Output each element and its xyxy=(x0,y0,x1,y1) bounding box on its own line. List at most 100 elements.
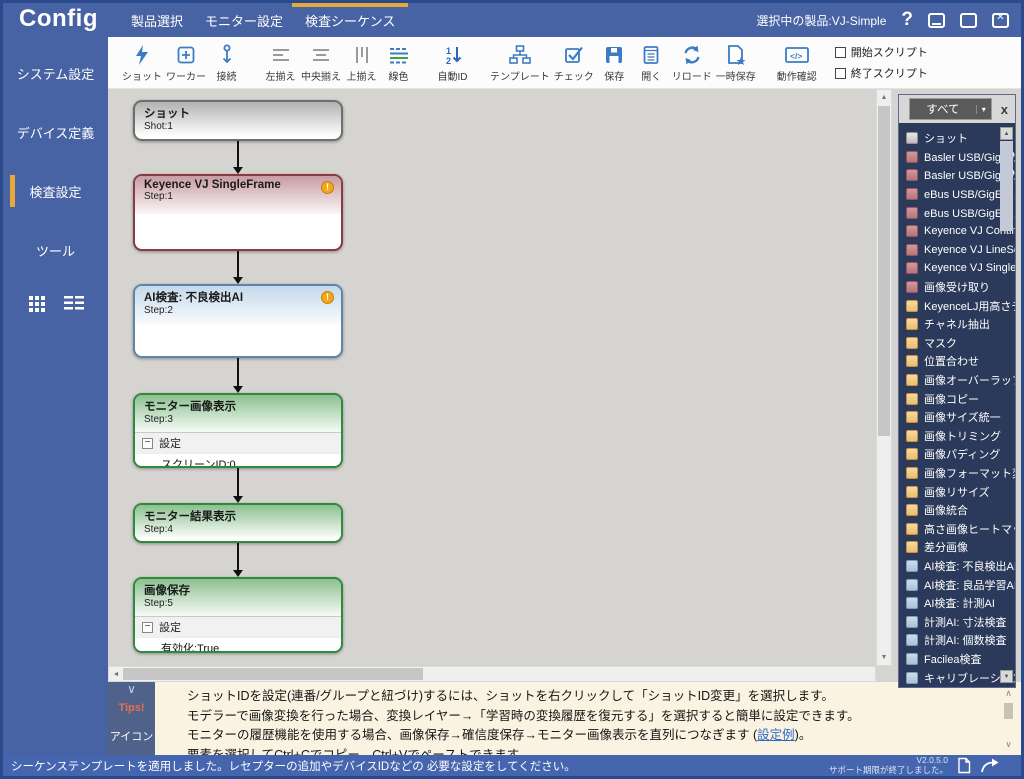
check-button[interactable]: チェック xyxy=(552,42,596,84)
node-keyence-vj-singleframe[interactable]: Keyence VJ SingleFrame Step:1 ! xyxy=(133,174,343,251)
palette-item[interactable]: 画像オーバーラップ xyxy=(906,371,1015,390)
node-monitor-result-display[interactable]: モニター結果表示 Step:4 xyxy=(133,503,343,543)
palette-item[interactable]: KeyenceLJ用高さデータ xyxy=(906,296,1015,315)
palette-item-label: KeyenceLJ用高さデータ xyxy=(924,298,1015,314)
minimize-icon[interactable] xyxy=(928,13,945,28)
sidebar-item-tools[interactable]: ツール xyxy=(3,228,108,273)
open-button[interactable]: 開く xyxy=(633,42,670,84)
palette-item[interactable]: 計測AI: 個数検査 xyxy=(906,631,1015,650)
palette-item[interactable]: 計測AI: 寸法検査 xyxy=(906,612,1015,631)
palette-item[interactable]: Keyence VJ LineScan xyxy=(906,241,1015,260)
palette-item[interactable]: 画像トリミング xyxy=(906,427,1015,446)
worker-button[interactable]: ワーカー xyxy=(164,42,208,84)
sidebar-item-inspection-settings[interactable]: 検査設定 xyxy=(3,169,108,214)
palette-item[interactable]: キャリブレーション xyxy=(906,668,1015,687)
palette-item[interactable]: AI検査: 良品学習AI xyxy=(906,575,1015,594)
node-shot[interactable]: ショット Shot:1 xyxy=(133,100,343,141)
palette-item[interactable]: 画像コピー xyxy=(906,389,1015,408)
tip-item: 要素を選択してCtrl+Cでコピー、Ctrl+Vでペーストできます xyxy=(187,746,995,756)
auto-id-button[interactable]: 12 自動ID xyxy=(434,42,471,84)
svg-text:2: 2 xyxy=(446,56,451,66)
scroll-left-icon[interactable]: ◄ xyxy=(109,671,123,678)
palette-item[interactable]: ショット xyxy=(906,129,1015,148)
share-arrow-icon[interactable] xyxy=(980,758,999,774)
scrollbar-thumb[interactable] xyxy=(1000,141,1013,231)
scroll-down-icon[interactable]: ∨ xyxy=(1001,739,1016,751)
node-ai-defect-inspection[interactable]: AI検査: 不良検出AI Step:2 ! xyxy=(133,284,343,358)
palette-item[interactable]: eBus USB/GigEカメラ xyxy=(906,185,1015,204)
category-filter-dropdown[interactable]: すべて ▾ xyxy=(909,98,992,120)
tips-content: ショットIDを設定(連番/グループと紐づけ)するには、ショットを右クリックして「… xyxy=(155,682,1021,755)
tab-icons[interactable]: アイコン xyxy=(110,728,153,744)
canvas-horizontal-scrollbar[interactable]: ◄ xyxy=(108,666,876,682)
collapse-minus-icon[interactable]: − xyxy=(142,622,153,633)
sidebar-item-device-definition[interactable]: デバイス定義 xyxy=(3,110,108,155)
palette-item[interactable]: チャネル抽出 xyxy=(906,315,1015,334)
code-window-icon: </> xyxy=(784,43,810,68)
scroll-up-icon[interactable]: ▲ xyxy=(1000,127,1013,140)
palette-item[interactable]: Basler USB/GigEカメラ xyxy=(906,148,1015,167)
settings-example-link[interactable]: 設定例 xyxy=(757,728,795,742)
start-script-checkbox[interactable]: 開始スクリプト xyxy=(835,44,928,60)
panel-close-button[interactable]: x xyxy=(998,102,1011,117)
collapse-chevron-icon[interactable]: ∨ xyxy=(127,682,136,696)
palette-item[interactable]: Keyence VJ SingleFrame xyxy=(906,259,1015,278)
tips-scrollbar[interactable]: ∧ ∨ xyxy=(1001,688,1016,751)
palette-item[interactable]: 画像パディング xyxy=(906,445,1015,464)
palette-item[interactable]: eBus USB/GigEカメラ xyxy=(906,203,1015,222)
align-top-button[interactable]: 上揃え xyxy=(343,42,380,84)
run-check-button[interactable]: </> 動作確認 xyxy=(775,42,819,84)
scrollbar-thumb[interactable] xyxy=(1004,703,1013,719)
palette-item[interactable]: AI検査: 計測AI xyxy=(906,594,1015,613)
temp-save-button[interactable]: 一時保存 xyxy=(714,42,758,84)
tab-tips[interactable]: Tips! xyxy=(118,702,144,714)
palette-item[interactable]: 画像受け取り xyxy=(906,278,1015,297)
template-button[interactable]: テンプレート xyxy=(488,42,552,84)
palette-item[interactable]: 高さ画像ヒートマップ変換 xyxy=(906,519,1015,538)
collapse-minus-icon[interactable]: − xyxy=(142,438,153,449)
palette-item[interactable]: 画像リサイズ xyxy=(906,482,1015,501)
menu-product-select[interactable]: 製品選択 xyxy=(120,3,194,37)
document-icon[interactable] xyxy=(956,757,972,774)
palette-item[interactable]: 位置合わせ xyxy=(906,352,1015,371)
scrollbar-thumb[interactable] xyxy=(878,106,890,436)
menu-inspection-sequence[interactable]: 検査シーケンス xyxy=(294,3,406,37)
palette-item[interactable]: AI検査: 不良検出AI xyxy=(906,557,1015,576)
menu-monitor-settings[interactable]: モニター設定 xyxy=(194,3,294,37)
node-monitor-image-display[interactable]: モニター画像表示 Step:3 − 設定 スクリーンID:0 xyxy=(133,393,343,468)
canvas-vertical-scrollbar[interactable]: ▲ ▼ xyxy=(876,89,892,666)
palette-item[interactable]: 画像統合 xyxy=(906,501,1015,520)
reload-button[interactable]: リロード xyxy=(670,42,714,84)
connect-button[interactable]: 接続 xyxy=(208,42,245,84)
end-script-checkbox[interactable]: 終了スクリプト xyxy=(835,65,928,81)
palette-item[interactable]: 画像フォーマット変換 xyxy=(906,464,1015,483)
node-image-save[interactable]: 画像保存 Step:5 − 設定 有効化:True xyxy=(133,577,343,653)
palette-item[interactable]: Basler USB/GigEカメラ xyxy=(906,166,1015,185)
close-icon[interactable] xyxy=(992,13,1009,28)
scroll-up-icon[interactable]: ∧ xyxy=(1001,688,1016,700)
palette-item-icon xyxy=(906,560,918,572)
scroll-down-icon[interactable]: ▼ xyxy=(1000,670,1013,683)
line-color-button[interactable]: 線色 xyxy=(380,42,417,84)
sequence-canvas[interactable]: ショット Shot:1 Keyence VJ SingleFrame Step:… xyxy=(108,89,878,666)
palette-item[interactable]: Facilea検査 xyxy=(906,650,1015,669)
grid-view-icon[interactable] xyxy=(28,295,46,313)
scroll-up-icon[interactable]: ▲ xyxy=(877,90,891,105)
list-view-icon[interactable] xyxy=(64,295,84,313)
help-icon[interactable]: ? xyxy=(901,9,913,31)
maximize-icon[interactable] xyxy=(960,13,977,28)
palette-item[interactable]: Keyence VJ Continuous xyxy=(906,222,1015,241)
scrollbar-thumb[interactable] xyxy=(123,668,423,680)
sidebar-item-system-settings[interactable]: システム設定 xyxy=(3,51,108,96)
save-button[interactable]: 保存 xyxy=(596,42,633,84)
align-left-button[interactable]: 左揃え xyxy=(262,42,299,84)
palette-item-label: 画像オーバーラップ xyxy=(924,372,1015,388)
shot-button[interactable]: ショット xyxy=(120,42,164,84)
align-center-button[interactable]: 中央揃え xyxy=(299,42,343,84)
flow-arrow xyxy=(237,468,239,497)
palette-item[interactable]: 差分画像 xyxy=(906,538,1015,557)
palette-item[interactable]: 画像サイズ統一 xyxy=(906,408,1015,427)
chevron-down-icon[interactable]: ▾ xyxy=(976,105,991,114)
scroll-down-icon[interactable]: ▼ xyxy=(877,650,891,665)
palette-item[interactable]: マスク xyxy=(906,334,1015,353)
